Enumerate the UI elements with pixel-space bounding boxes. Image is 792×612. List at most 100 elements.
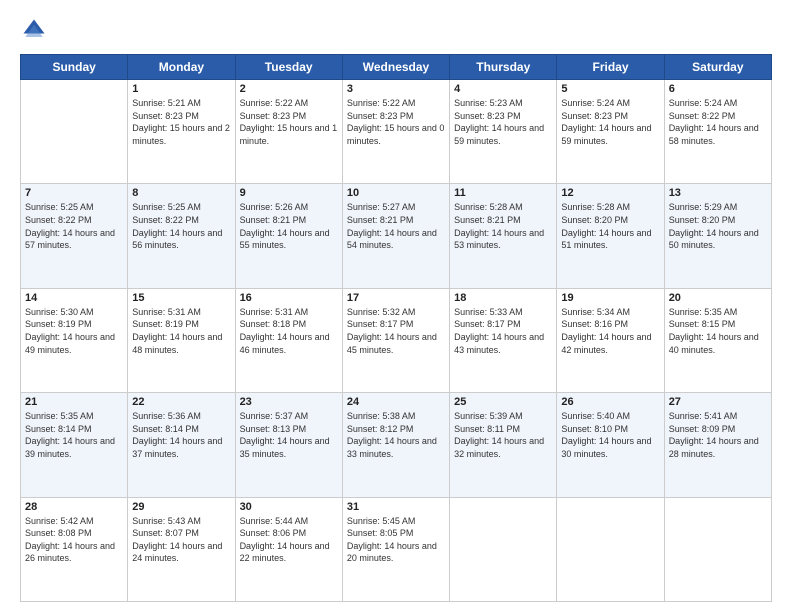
day-info: Sunrise: 5:32 AMSunset: 8:17 PMDaylight:… bbox=[347, 306, 445, 356]
day-cell: 19 Sunrise: 5:34 AMSunset: 8:16 PMDayligh… bbox=[557, 288, 664, 392]
day-info: Sunrise: 5:42 AMSunset: 8:08 PMDaylight:… bbox=[25, 515, 123, 565]
day-cell: 29 Sunrise: 5:43 AMSunset: 8:07 PMDayligh… bbox=[128, 497, 235, 601]
day-cell: 28 Sunrise: 5:42 AMSunset: 8:08 PMDayligh… bbox=[21, 497, 128, 601]
day-cell: 26 Sunrise: 5:40 AMSunset: 8:10 PMDayligh… bbox=[557, 393, 664, 497]
day-info: Sunrise: 5:25 AMSunset: 8:22 PMDaylight:… bbox=[25, 201, 123, 251]
day-number: 9 bbox=[240, 187, 338, 199]
day-cell: 2 Sunrise: 5:22 AMSunset: 8:23 PMDaylight… bbox=[235, 80, 342, 184]
week-row-2: 14 Sunrise: 5:30 AMSunset: 8:19 PMDayligh… bbox=[21, 288, 772, 392]
day-number: 6 bbox=[669, 83, 767, 95]
day-cell: 21 Sunrise: 5:35 AMSunset: 8:14 PMDayligh… bbox=[21, 393, 128, 497]
day-info: Sunrise: 5:39 AMSunset: 8:11 PMDaylight:… bbox=[454, 410, 552, 460]
day-cell bbox=[21, 80, 128, 184]
day-info: Sunrise: 5:24 AMSunset: 8:23 PMDaylight:… bbox=[561, 97, 659, 147]
day-number: 10 bbox=[347, 187, 445, 199]
day-cell: 6 Sunrise: 5:24 AMSunset: 8:22 PMDaylight… bbox=[664, 80, 771, 184]
day-number: 31 bbox=[347, 501, 445, 513]
page: SundayMondayTuesdayWednesdayThursdayFrid… bbox=[0, 0, 792, 612]
day-header-sunday: Sunday bbox=[21, 55, 128, 80]
day-info: Sunrise: 5:35 AMSunset: 8:15 PMDaylight:… bbox=[669, 306, 767, 356]
day-number: 8 bbox=[132, 187, 230, 199]
week-row-3: 21 Sunrise: 5:35 AMSunset: 8:14 PMDayligh… bbox=[21, 393, 772, 497]
day-number: 13 bbox=[669, 187, 767, 199]
day-cell: 12 Sunrise: 5:28 AMSunset: 8:20 PMDayligh… bbox=[557, 184, 664, 288]
day-info: Sunrise: 5:28 AMSunset: 8:21 PMDaylight:… bbox=[454, 201, 552, 251]
day-header-thursday: Thursday bbox=[450, 55, 557, 80]
day-info: Sunrise: 5:36 AMSunset: 8:14 PMDaylight:… bbox=[132, 410, 230, 460]
day-cell: 27 Sunrise: 5:41 AMSunset: 8:09 PMDayligh… bbox=[664, 393, 771, 497]
day-cell: 14 Sunrise: 5:30 AMSunset: 8:19 PMDayligh… bbox=[21, 288, 128, 392]
day-cell: 24 Sunrise: 5:38 AMSunset: 8:12 PMDayligh… bbox=[342, 393, 449, 497]
day-info: Sunrise: 5:44 AMSunset: 8:06 PMDaylight:… bbox=[240, 515, 338, 565]
day-number: 17 bbox=[347, 292, 445, 304]
day-number: 24 bbox=[347, 396, 445, 408]
day-cell: 25Sunrise: 5:39 AMSunset: 8:11 PMDayligh… bbox=[450, 393, 557, 497]
day-info: Sunrise: 5:22 AMSunset: 8:23 PMDaylight:… bbox=[347, 97, 445, 147]
day-number: 11 bbox=[454, 187, 552, 199]
day-info: Sunrise: 5:23 AMSunset: 8:23 PMDaylight:… bbox=[454, 97, 552, 147]
day-number: 30 bbox=[240, 501, 338, 513]
day-info: Sunrise: 5:30 AMSunset: 8:19 PMDaylight:… bbox=[25, 306, 123, 356]
day-cell: 11 Sunrise: 5:28 AMSunset: 8:21 PMDayligh… bbox=[450, 184, 557, 288]
day-info: Sunrise: 5:31 AMSunset: 8:19 PMDaylight:… bbox=[132, 306, 230, 356]
day-number: 23 bbox=[240, 396, 338, 408]
calendar-body: 1 Sunrise: 5:21 AMSunset: 8:23 PMDaylight… bbox=[21, 80, 772, 602]
day-info: Sunrise: 5:28 AMSunset: 8:20 PMDaylight:… bbox=[561, 201, 659, 251]
day-cell: 1 Sunrise: 5:21 AMSunset: 8:23 PMDaylight… bbox=[128, 80, 235, 184]
day-number: 16 bbox=[240, 292, 338, 304]
calendar-table: SundayMondayTuesdayWednesdayThursdayFrid… bbox=[20, 54, 772, 602]
day-cell: 15 Sunrise: 5:31 AMSunset: 8:19 PMDayligh… bbox=[128, 288, 235, 392]
day-info: Sunrise: 5:31 AMSunset: 8:18 PMDaylight:… bbox=[240, 306, 338, 356]
day-number: 15 bbox=[132, 292, 230, 304]
day-info: Sunrise: 5:41 AMSunset: 8:09 PMDaylight:… bbox=[669, 410, 767, 460]
day-info: Sunrise: 5:34 AMSunset: 8:16 PMDaylight:… bbox=[561, 306, 659, 356]
day-cell: 18Sunrise: 5:33 AMSunset: 8:17 PMDayligh… bbox=[450, 288, 557, 392]
day-number: 29 bbox=[132, 501, 230, 513]
logo-icon bbox=[20, 16, 48, 44]
day-cell: 3 Sunrise: 5:22 AMSunset: 8:23 PMDaylight… bbox=[342, 80, 449, 184]
week-row-0: 1 Sunrise: 5:21 AMSunset: 8:23 PMDaylight… bbox=[21, 80, 772, 184]
day-header-wednesday: Wednesday bbox=[342, 55, 449, 80]
day-number: 3 bbox=[347, 83, 445, 95]
day-info: Sunrise: 5:24 AMSunset: 8:22 PMDaylight:… bbox=[669, 97, 767, 147]
day-cell: 22 Sunrise: 5:36 AMSunset: 8:14 PMDayligh… bbox=[128, 393, 235, 497]
day-cell: 7Sunrise: 5:25 AMSunset: 8:22 PMDaylight… bbox=[21, 184, 128, 288]
day-number: 21 bbox=[25, 396, 123, 408]
day-number: 26 bbox=[561, 396, 659, 408]
day-cell: 20 Sunrise: 5:35 AMSunset: 8:15 PMDayligh… bbox=[664, 288, 771, 392]
day-number: 28 bbox=[25, 501, 123, 513]
day-info: Sunrise: 5:37 AMSunset: 8:13 PMDaylight:… bbox=[240, 410, 338, 460]
day-info: Sunrise: 5:35 AMSunset: 8:14 PMDaylight:… bbox=[25, 410, 123, 460]
day-number: 18 bbox=[454, 292, 552, 304]
logo bbox=[20, 16, 52, 44]
day-info: Sunrise: 5:21 AMSunset: 8:23 PMDaylight:… bbox=[132, 97, 230, 147]
day-cell bbox=[450, 497, 557, 601]
day-number: 12 bbox=[561, 187, 659, 199]
day-cell: 30 Sunrise: 5:44 AMSunset: 8:06 PMDayligh… bbox=[235, 497, 342, 601]
day-info: Sunrise: 5:40 AMSunset: 8:10 PMDaylight:… bbox=[561, 410, 659, 460]
day-cell bbox=[557, 497, 664, 601]
day-info: Sunrise: 5:27 AMSunset: 8:21 PMDaylight:… bbox=[347, 201, 445, 251]
day-number: 2 bbox=[240, 83, 338, 95]
day-number: 1 bbox=[132, 83, 230, 95]
header-row: SundayMondayTuesdayWednesdayThursdayFrid… bbox=[21, 55, 772, 80]
day-info: Sunrise: 5:22 AMSunset: 8:23 PMDaylight:… bbox=[240, 97, 338, 147]
day-number: 22 bbox=[132, 396, 230, 408]
day-info: Sunrise: 5:38 AMSunset: 8:12 PMDaylight:… bbox=[347, 410, 445, 460]
day-info: Sunrise: 5:45 AMSunset: 8:05 PMDaylight:… bbox=[347, 515, 445, 565]
day-header-monday: Monday bbox=[128, 55, 235, 80]
day-number: 19 bbox=[561, 292, 659, 304]
day-cell: 13 Sunrise: 5:29 AMSunset: 8:20 PMDayligh… bbox=[664, 184, 771, 288]
day-number: 27 bbox=[669, 396, 767, 408]
day-header-tuesday: Tuesday bbox=[235, 55, 342, 80]
day-cell bbox=[664, 497, 771, 601]
day-cell: 8 Sunrise: 5:25 AMSunset: 8:22 PMDaylight… bbox=[128, 184, 235, 288]
day-info: Sunrise: 5:29 AMSunset: 8:20 PMDaylight:… bbox=[669, 201, 767, 251]
day-number: 20 bbox=[669, 292, 767, 304]
day-number: 14 bbox=[25, 292, 123, 304]
day-info: Sunrise: 5:25 AMSunset: 8:22 PMDaylight:… bbox=[132, 201, 230, 251]
day-cell: 5Sunrise: 5:24 AMSunset: 8:23 PMDaylight… bbox=[557, 80, 664, 184]
day-info: Sunrise: 5:43 AMSunset: 8:07 PMDaylight:… bbox=[132, 515, 230, 565]
day-number: 4 bbox=[454, 83, 552, 95]
calendar-header: SundayMondayTuesdayWednesdayThursdayFrid… bbox=[21, 55, 772, 80]
